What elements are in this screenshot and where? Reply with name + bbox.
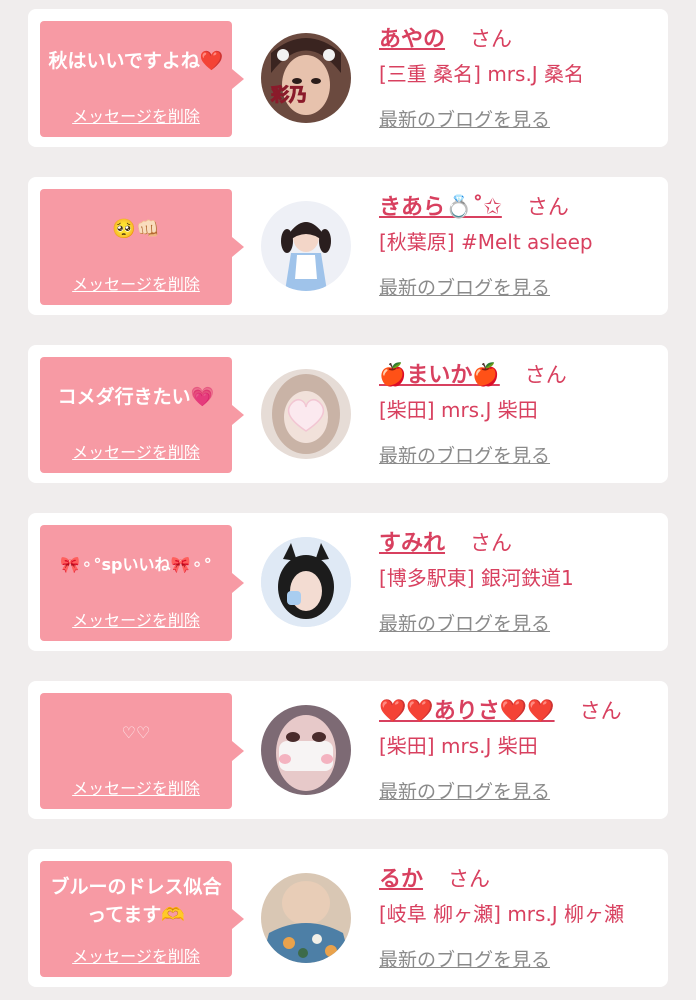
latest-blog-link[interactable]: 最新のブログを見る (379, 441, 550, 468)
message-bubble: 🎀⚬°spいいね🎀⚬° メッセージを削除 (40, 525, 244, 641)
avatar[interactable] (261, 369, 351, 459)
girl-name-link[interactable]: ❤️❤️ありさ❤️❤️ (379, 699, 555, 724)
avatar[interactable] (261, 201, 351, 291)
message-text: 🥺👊🏻 (112, 218, 160, 240)
message-bubble: ♡♡ メッセージを削除 (40, 693, 244, 809)
honorific: さん (524, 363, 567, 387)
message-card: ブルーのドレス似合ってます🫶 メッセージを削除 るか さん [岐阜 柳ヶ瀬] m… (28, 849, 668, 987)
profile-info: 🍎まいか🍎 さん [柴田] mrs.J 柴田 最新のブログを見る (379, 357, 660, 468)
girl-name-link[interactable]: きあら💍˚✩ (379, 195, 502, 220)
message-card: 🎀⚬°spいいね🎀⚬° メッセージを削除 すみれ さん [博多駅東] 銀河鉄道1… (28, 513, 668, 651)
message-text: ブルーのドレス似合ってます🫶 (50, 876, 222, 926)
message-bubble: 秋はいいですよね❤️ メッセージを削除 (40, 21, 244, 137)
message-card: ♡♡ メッセージを削除 ❤️❤️ありさ❤️❤️ さん [柴田] mrs.J 柴田… (28, 681, 668, 819)
honorific: さん (470, 531, 513, 555)
message-card: 秋はいいですよね❤️ メッセージを削除 彩乃 あやの さん [三重 桑名] mr… (28, 9, 668, 147)
shop-label: [柴田] mrs.J 柴田 (379, 734, 538, 758)
latest-blog-link[interactable]: 最新のブログを見る (379, 273, 550, 300)
message-card: コメダ行きたい💗 メッセージを削除 🍎まいか🍎 さん [柴田] mrs.J 柴田… (28, 345, 668, 483)
avatar[interactable] (261, 705, 351, 795)
honorific: さん (470, 27, 513, 51)
profile-info: すみれ さん [博多駅東] 銀河鉄道1 最新のブログを見る (379, 525, 660, 636)
girl-name-link[interactable]: るか (379, 867, 423, 892)
message-card: 🥺👊🏻 メッセージを削除 きあら💍˚✩ さん [秋葉原] #Melt aslee… (28, 177, 668, 315)
profile-info: るか さん [岐阜 柳ヶ瀬] mrs.J 柳ヶ瀬 最新のブログを見る (379, 861, 660, 972)
delete-message-link[interactable]: メッセージを削除 (40, 775, 232, 799)
message-bubble: ブルーのドレス似合ってます🫶 メッセージを削除 (40, 861, 244, 977)
girl-name-link[interactable]: あやの (379, 27, 445, 52)
latest-blog-link[interactable]: 最新のブログを見る (379, 777, 550, 804)
shop-label: [秋葉原] #Melt asleep (379, 230, 593, 254)
avatar-signature: 彩乃 (270, 85, 307, 106)
latest-blog-link[interactable]: 最新のブログを見る (379, 105, 550, 132)
honorific: さん (579, 699, 622, 723)
shop-label: [博多駅東] 銀河鉄道1 (379, 566, 574, 590)
latest-blog-link[interactable]: 最新のブログを見る (379, 945, 550, 972)
avatar[interactable] (261, 537, 351, 627)
delete-message-link[interactable]: メッセージを削除 (40, 439, 232, 463)
delete-message-link[interactable]: メッセージを削除 (40, 943, 232, 967)
message-text: ♡♡ (121, 723, 151, 742)
delete-message-link[interactable]: メッセージを削除 (40, 271, 232, 295)
profile-info: ❤️❤️ありさ❤️❤️ さん [柴田] mrs.J 柴田 最新のブログを見る (379, 693, 660, 804)
profile-info: きあら💍˚✩ さん [秋葉原] #Melt asleep 最新のブログを見る (379, 189, 660, 300)
message-text: 🎀⚬°spいいね🎀⚬° (60, 555, 212, 574)
girl-name-link[interactable]: 🍎まいか🍎 (379, 363, 500, 388)
honorific: さん (448, 867, 491, 891)
message-text: コメダ行きたい💗 (57, 386, 215, 408)
message-bubble: 🥺👊🏻 メッセージを削除 (40, 189, 244, 305)
avatar[interactable] (261, 873, 351, 963)
shop-label: [岐阜 柳ヶ瀬] mrs.J 柳ヶ瀬 (379, 902, 625, 926)
message-bubble: コメダ行きたい💗 メッセージを削除 (40, 357, 244, 473)
delete-message-link[interactable]: メッセージを削除 (40, 103, 232, 127)
avatar[interactable]: 彩乃 (261, 33, 351, 123)
profile-info: あやの さん [三重 桑名] mrs.J 桑名 最新のブログを見る (379, 21, 660, 132)
girl-name-link[interactable]: すみれ (379, 531, 445, 556)
delete-message-link[interactable]: メッセージを削除 (40, 607, 232, 631)
shop-label: [柴田] mrs.J 柴田 (379, 398, 538, 422)
latest-blog-link[interactable]: 最新のブログを見る (379, 609, 550, 636)
shop-label: [三重 桑名] mrs.J 桑名 (379, 62, 585, 86)
honorific: さん (526, 195, 569, 219)
message-text: 秋はいいですよね❤️ (48, 50, 224, 72)
